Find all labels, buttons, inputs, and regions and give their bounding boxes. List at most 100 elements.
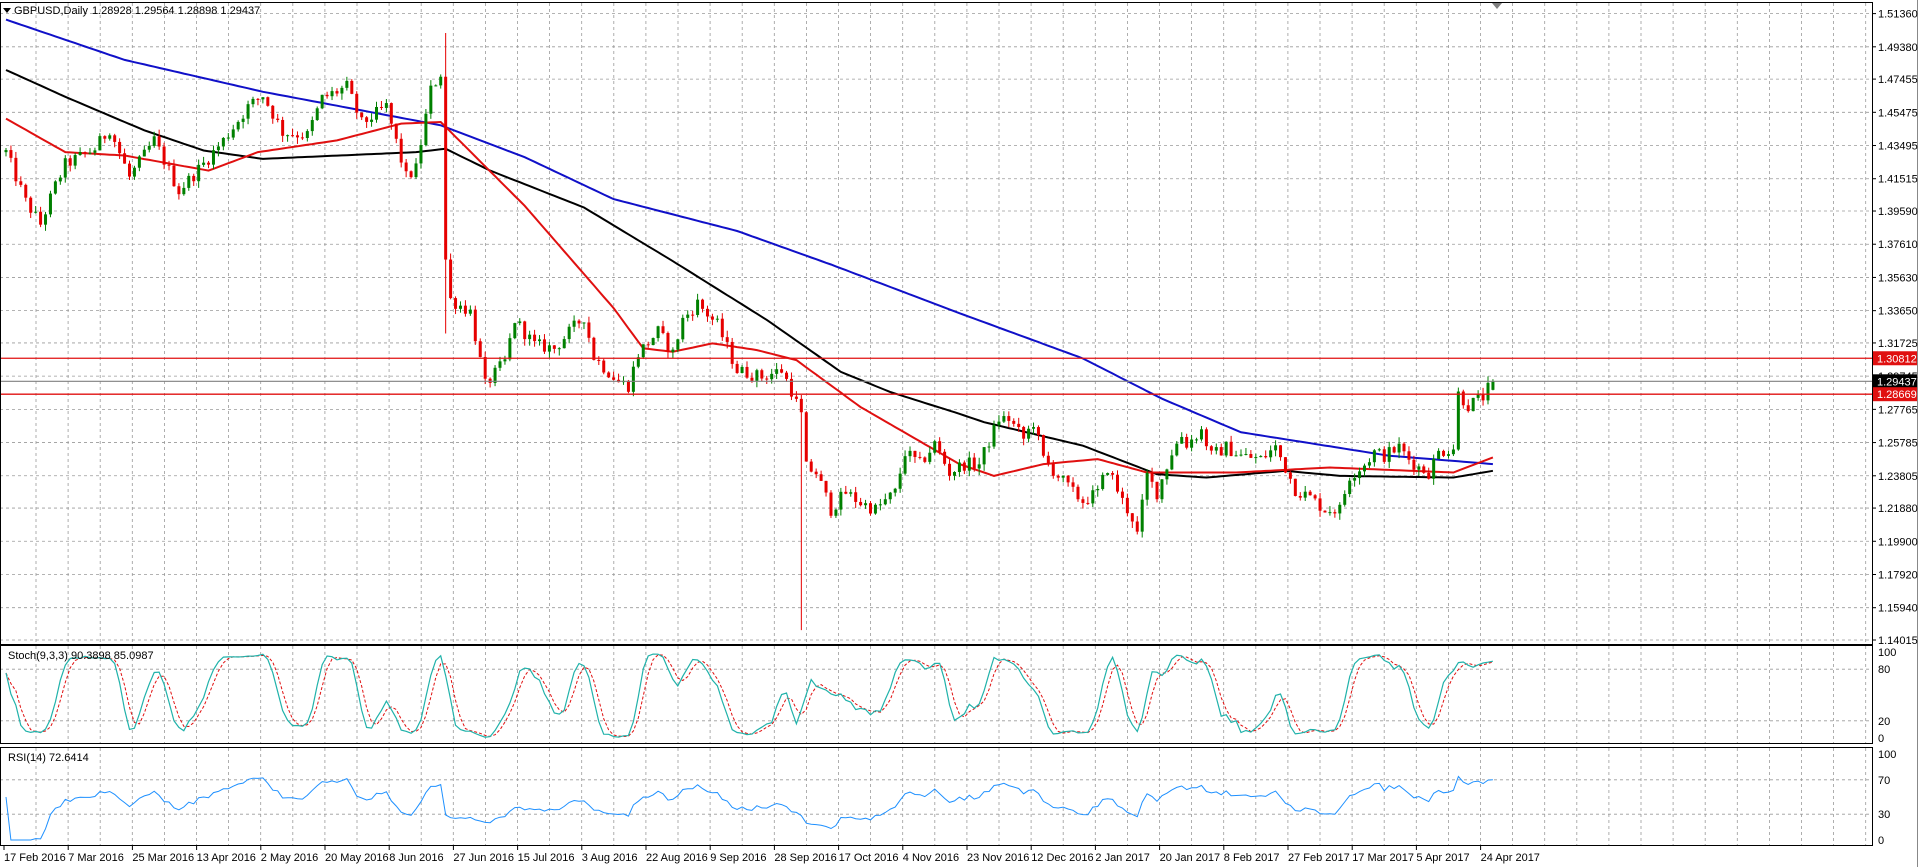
- candle-body: [1303, 491, 1307, 498]
- candle-body: [587, 322, 591, 338]
- candle-body: [113, 135, 117, 142]
- candle: [859, 497, 863, 507]
- candle-body: [1308, 491, 1312, 496]
- candle-body: [108, 135, 112, 139]
- candle-body: [602, 360, 606, 373]
- candle: [577, 319, 581, 329]
- candle: [760, 368, 764, 382]
- candle-body: [1491, 381, 1495, 390]
- price-axis-label: 1.35630: [1878, 272, 1918, 284]
- candle-body: [483, 356, 487, 379]
- candle-body: [429, 85, 433, 114]
- stoch-axis-label: 100: [1878, 647, 1896, 659]
- candle-body: [241, 118, 245, 122]
- rsi-line: [5, 775, 1493, 841]
- chart-window[interactable]: 1.51360 1.49380 1.47455 1.45475 1.43495 1.415…: [0, 0, 1919, 867]
- candle-body: [142, 149, 146, 157]
- candle: [24, 183, 28, 202]
- candle-body: [918, 456, 922, 458]
- candle: [1323, 510, 1327, 513]
- candle-body: [503, 359, 507, 362]
- candle: [335, 88, 339, 97]
- candle: [819, 470, 823, 481]
- candle: [1076, 484, 1080, 502]
- candle: [1363, 463, 1366, 477]
- candle-body: [1442, 450, 1446, 456]
- candle: [1476, 390, 1480, 401]
- candle-body: [1175, 443, 1179, 456]
- candle-body: [137, 156, 141, 168]
- candle: [1348, 477, 1352, 498]
- candle-body: [207, 162, 211, 165]
- candle-body: [157, 136, 161, 147]
- candle-body: [908, 450, 912, 457]
- candle: [834, 508, 838, 518]
- candle: [622, 376, 625, 385]
- candle: [488, 377, 492, 388]
- candle: [355, 91, 359, 119]
- candle-body: [1456, 391, 1460, 450]
- candle-body: [365, 117, 369, 122]
- candle: [869, 501, 872, 516]
- candle: [1417, 463, 1421, 476]
- candle-body: [547, 345, 551, 352]
- candle-body: [873, 504, 877, 514]
- candle: [1372, 449, 1376, 467]
- candle-body: [1046, 455, 1050, 464]
- candle: [602, 358, 606, 375]
- price-axis-label: 1.17920: [1878, 569, 1918, 581]
- candle-body: [671, 349, 675, 353]
- date-axis-label: 27 Feb 2017: [1288, 852, 1350, 864]
- candle-body: [943, 451, 947, 464]
- candle-body: [626, 380, 630, 392]
- candle-body: [295, 135, 299, 138]
- candle-body: [1214, 447, 1218, 451]
- candle-body: [414, 163, 418, 178]
- candle-body: [839, 491, 843, 510]
- candle-body: [1274, 445, 1278, 451]
- candle: [1259, 455, 1263, 458]
- candle: [1041, 434, 1045, 458]
- rsi-axis-label: 30: [1878, 809, 1890, 821]
- candle: [162, 142, 166, 170]
- candle-body: [1101, 474, 1105, 489]
- date-axis-label: 4 Nov 2016: [903, 852, 959, 864]
- candle: [691, 310, 695, 321]
- date-axis-label: 25 Mar 2016: [132, 852, 194, 864]
- candle: [785, 370, 789, 382]
- candle: [498, 356, 502, 371]
- candle: [829, 490, 833, 519]
- candle-body: [631, 366, 635, 392]
- candle: [893, 487, 897, 497]
- candle-body: [982, 447, 986, 465]
- candle: [1244, 447, 1248, 456]
- chart-shift-marker-icon[interactable]: [1492, 3, 1502, 9]
- candle-body: [1130, 513, 1134, 522]
- candle: [394, 123, 398, 144]
- candle: [775, 362, 779, 379]
- candle-body: [864, 503, 868, 506]
- candle: [1471, 397, 1475, 412]
- candle: [1303, 485, 1307, 501]
- symbol-menu-triangle-icon[interactable]: [3, 8, 11, 13]
- candle-body: [656, 326, 660, 339]
- candle-body: [1209, 446, 1213, 451]
- candle-body: [305, 131, 309, 139]
- candle: [592, 336, 596, 361]
- candle-body: [1358, 471, 1362, 479]
- candle-body: [340, 87, 344, 94]
- rsi-label: RSI(14) 72.6414: [8, 752, 89, 764]
- candle-body: [1106, 473, 1110, 475]
- candle: [839, 487, 843, 516]
- candle-body: [1036, 427, 1040, 436]
- candle-body: [720, 318, 724, 338]
- candle: [967, 451, 971, 477]
- candle-body: [651, 338, 655, 346]
- candle-body: [705, 308, 709, 317]
- candle-body: [1081, 499, 1085, 503]
- candle-body: [449, 259, 453, 299]
- date-axis-label: 3 Aug 2016: [582, 852, 638, 864]
- candle-body: [592, 337, 596, 360]
- candle-body: [755, 370, 759, 381]
- date-axis-label: 23 Nov 2016: [967, 852, 1029, 864]
